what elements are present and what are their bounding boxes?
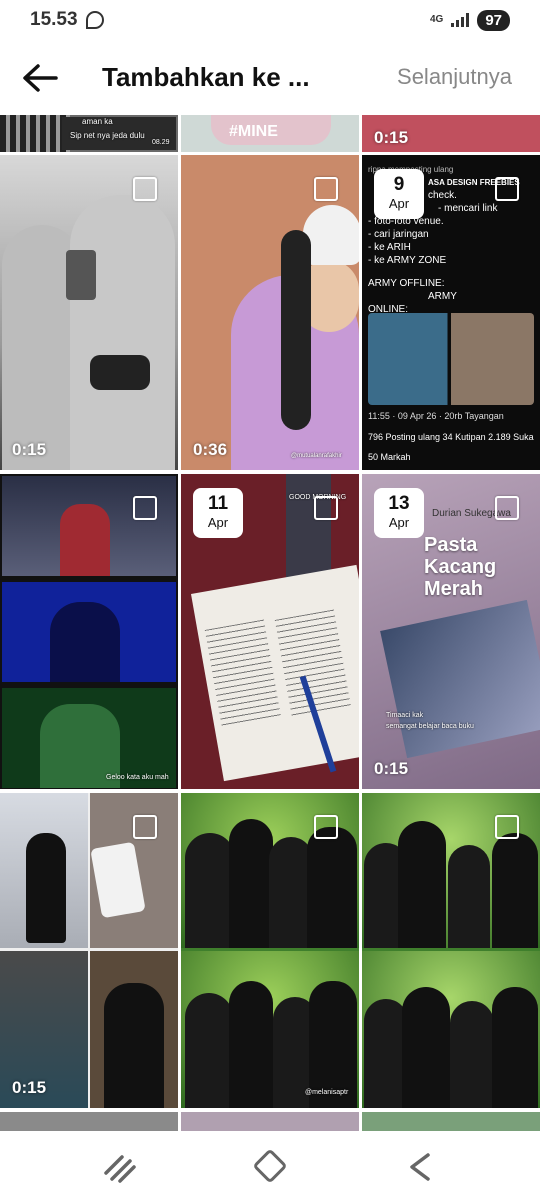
network-type: 4G: [429, 14, 444, 25]
media-tile-7[interactable]: 0:15: [0, 793, 178, 1108]
select-checkbox[interactable]: [314, 496, 338, 520]
chat-notification-icon: [85, 11, 104, 29]
system-nav-bar: [0, 1131, 540, 1199]
book-title-line: Merah: [424, 578, 483, 600]
select-checkbox[interactable]: [133, 496, 157, 520]
watermark: @mutualanrafakhir: [291, 453, 342, 459]
media-tile-bottom-left[interactable]: [0, 1112, 178, 1131]
date-badge: 9 Apr: [374, 169, 424, 219]
tweet-line: - ke ARIH: [368, 242, 411, 253]
date-day: 13: [388, 493, 410, 514]
media-tile-1[interactable]: 0:15: [0, 155, 178, 470]
recent-apps-icon[interactable]: [100, 1149, 140, 1185]
book-title: Pasta Kacang Merah: [424, 534, 496, 600]
media-tile-3[interactable]: rippa memposting ulang ASA DESIGN FREEBI…: [362, 155, 540, 470]
select-checkbox[interactable]: [314, 815, 338, 839]
tweet-line: - mencari link: [438, 203, 498, 214]
select-checkbox[interactable]: [314, 177, 338, 201]
date-day: 11: [207, 493, 229, 514]
media-tile-8[interactable]: @melanisaptr: [181, 793, 359, 1108]
top-app-bar: Tambahkan ke ... Selanjutnya: [0, 48, 540, 110]
battery-level: 97: [485, 11, 502, 29]
back-nav-icon[interactable]: [400, 1149, 440, 1185]
chat-label: aman ka: [82, 117, 113, 126]
tweet-stats: 796 Posting ulang 34 Kutipan 2.189 Suka: [368, 432, 534, 442]
tweet-line: - ke ARMY ZONE: [368, 255, 447, 266]
media-tile-2[interactable]: @mutualanrafakhir 0:36: [181, 155, 359, 470]
tweet-bookmarks: 50 Markah: [368, 452, 411, 462]
select-checkbox[interactable]: [495, 177, 519, 201]
media-tile-6[interactable]: Durian Sukegawa Pasta Kacang Merah Timaa…: [362, 474, 540, 789]
battery-indicator: 97: [477, 9, 510, 31]
media-tile-top-middle[interactable]: #MINE: [181, 115, 359, 152]
page-title: Tambahkan ke ...: [102, 62, 310, 92]
select-checkbox[interactable]: [133, 177, 157, 201]
date-badge: 13 Apr: [374, 488, 424, 538]
video-duration: 0:15: [12, 1078, 47, 1097]
media-tile-4[interactable]: Geloo kata aku mah: [0, 474, 178, 789]
media-tile-top-right[interactable]: 0:15: [362, 115, 540, 152]
date-month: Apr: [388, 515, 410, 530]
video-duration: 0:36: [193, 440, 228, 459]
select-checkbox[interactable]: [495, 496, 519, 520]
back-arrow-icon[interactable]: [20, 62, 60, 94]
date-day: 9: [393, 174, 405, 195]
story-caption: Timaaci kak: [386, 712, 424, 719]
tweet-image: [368, 313, 534, 405]
status-indicators: 4G 97: [429, 9, 510, 31]
status-bar: 15.53 4G 97: [0, 0, 540, 40]
video-duration: 0:15: [374, 759, 409, 778]
video-caption: Geloo kata aku mah: [106, 774, 169, 781]
home-icon[interactable]: [250, 1149, 290, 1185]
media-tile-top-left[interactable]: aman ka Sip net nya jeda dulu 08.29: [0, 115, 178, 152]
select-checkbox[interactable]: [495, 815, 519, 839]
sticker-text: #MINE: [229, 123, 278, 140]
status-time: 15.53: [30, 9, 78, 30]
book-title-line: Kacang: [424, 556, 497, 578]
date-month: Apr: [207, 515, 229, 530]
story-caption: semangat belajar baca buku: [386, 723, 474, 730]
tweet-army-label: ARMY: [428, 291, 457, 302]
date-badge: 11 Apr: [193, 488, 243, 538]
watermark: @melanisaptr: [305, 1089, 349, 1096]
media-tile-5[interactable]: GOOD MORNING 11 Apr: [181, 474, 359, 789]
video-duration: 0:15: [12, 440, 47, 459]
date-month: Apr: [388, 196, 410, 211]
media-tile-bottom-right[interactable]: [362, 1112, 540, 1131]
media-tile-bottom-middle[interactable]: [181, 1112, 359, 1131]
chat-time: 08.29: [152, 139, 170, 146]
media-grid: aman ka Sip net nya jeda dulu 08.29 #MIN…: [0, 115, 540, 1131]
video-duration: 0:15: [374, 128, 409, 147]
select-checkbox[interactable]: [133, 815, 157, 839]
next-button[interactable]: Selanjutnya: [397, 64, 512, 90]
tweet-line: - cari jaringan: [368, 229, 429, 240]
signal-icon: [451, 13, 470, 27]
tweet-meta: 11:55 · 09 Apr 26 · 20rb Tayangan: [368, 411, 504, 421]
book-title-line: Pasta: [424, 534, 478, 556]
media-tile-9[interactable]: [362, 793, 540, 1108]
chat-message: Sip net nya jeda dulu: [70, 131, 145, 140]
tweet-army-offline: ARMY OFFLINE:: [368, 278, 445, 289]
